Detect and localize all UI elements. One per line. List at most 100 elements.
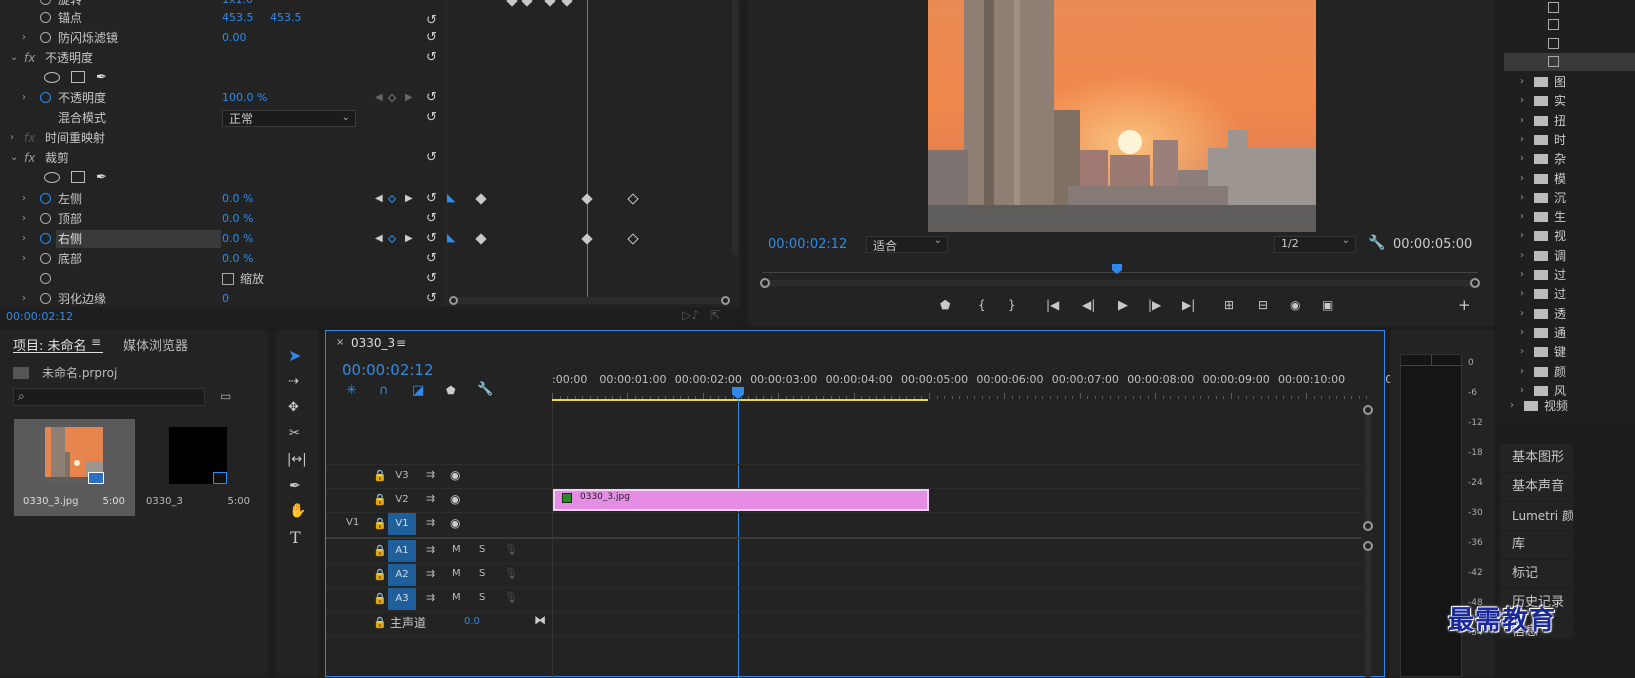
chevron-right-icon[interactable]: ›	[1520, 342, 1524, 362]
folder-item[interactable]: › 生	[1502, 207, 1632, 227]
next-keyframe-icon[interactable]: ▶	[405, 189, 413, 209]
keyframe-marker[interactable]	[506, 0, 518, 7]
chevron-right-icon[interactable]: ›	[22, 88, 26, 108]
timeline-timecode[interactable]: 00:00:02:12	[342, 361, 434, 379]
chevron-right-icon[interactable]: ›	[22, 189, 26, 209]
reset-icon[interactable]: ↺	[426, 108, 437, 128]
hand-tool-icon[interactable]: ✋	[289, 503, 306, 519]
source-patch[interactable]: V1	[346, 517, 359, 528]
chevron-right-icon[interactable]: ›	[10, 128, 14, 148]
stopwatch-icon[interactable]	[40, 293, 51, 304]
extract-icon[interactable]: ⊟	[1258, 298, 1268, 312]
folder-item[interactable]: › 透	[1502, 304, 1632, 324]
folder-item[interactable]: › 调	[1502, 246, 1632, 266]
eye-icon[interactable]: ◉	[450, 468, 460, 482]
prev-keyframe-icon[interactable]: ◀	[375, 189, 383, 209]
selected-preset-row[interactable]	[1504, 53, 1635, 71]
step-back-icon[interactable]: ◀|	[1082, 298, 1095, 312]
chevron-right-icon[interactable]: ›	[22, 28, 26, 48]
chevron-down-icon[interactable]: ⌄	[10, 48, 18, 68]
monitor-zoom-bar[interactable]	[760, 278, 1480, 288]
reset-icon[interactable]: ↺	[426, 229, 437, 249]
vertical-scrollbar[interactable]	[732, 0, 738, 255]
ripple-edit-tool-icon[interactable]: ✥	[288, 400, 299, 415]
sync-lock-icon[interactable]: ⇉	[426, 567, 435, 580]
keyframe-marker[interactable]	[561, 0, 573, 7]
reset-icon[interactable]: ↺	[426, 269, 437, 289]
next-keyframe-icon[interactable]: ▶	[405, 229, 413, 249]
folder-item[interactable]: › 扭	[1502, 111, 1632, 131]
reset-icon[interactable]: ↺	[426, 189, 437, 209]
property-value[interactable]: 0.0 %	[222, 189, 253, 209]
add-marker-icon[interactable]: ⬟	[446, 384, 456, 397]
work-area-bar[interactable]	[552, 399, 928, 401]
sync-lock-icon[interactable]: ⇉	[426, 468, 435, 481]
panel-link-library[interactable]: 库	[1500, 531, 1573, 559]
panel-link-markers[interactable]: 标记	[1500, 560, 1573, 588]
lock-icon[interactable]: 🔒	[373, 568, 387, 581]
property-row-anchor[interactable]: 锚点 453.5 453.5 ↺	[0, 8, 446, 28]
keyframe-marker[interactable]	[475, 233, 487, 245]
folder-item[interactable]: › 杂	[1502, 149, 1632, 169]
keyframe-marker[interactable]	[475, 193, 487, 205]
audio-track-scrollbar[interactable]	[1363, 541, 1373, 678]
add-keyframe-icon[interactable]	[387, 93, 397, 103]
linked-selection-icon[interactable]: ◪	[412, 383, 424, 398]
chevron-right-icon[interactable]: ›	[1520, 265, 1524, 285]
zoom-handle-right[interactable]	[721, 296, 730, 305]
solo-button[interactable]: S	[479, 592, 485, 603]
mute-button[interactable]: M	[452, 544, 461, 555]
lift-icon[interactable]: ⊞	[1224, 298, 1234, 312]
chevron-right-icon[interactable]: ›	[22, 229, 26, 249]
filter-icon[interactable]: ▷♪	[682, 308, 699, 322]
zoom-handle-left[interactable]	[449, 296, 458, 305]
mute-button[interactable]: M	[452, 592, 461, 603]
stopwatch-icon[interactable]	[40, 32, 51, 43]
reset-icon[interactable]: ↺	[426, 209, 437, 229]
keyframe-playhead[interactable]	[587, 0, 588, 300]
add-marker-icon[interactable]: ⬟	[940, 298, 950, 312]
folder-item[interactable]: › 过	[1502, 284, 1632, 304]
chevron-right-icon[interactable]: ›	[1520, 207, 1524, 227]
close-tab-icon[interactable]: ×	[336, 337, 344, 348]
property-row-blend-mode[interactable]: 混合模式 正常 ⌄ ↺	[0, 108, 446, 128]
add-keyframe-icon[interactable]	[387, 194, 397, 204]
ellipse-mask-icon[interactable]	[44, 172, 60, 183]
folder-item-video[interactable]: › 视频	[1502, 396, 1632, 416]
razor-tool-icon[interactable]: ✂	[289, 426, 300, 441]
type-tool-icon[interactable]: T	[290, 528, 301, 547]
reset-icon[interactable]: ↺	[426, 249, 437, 269]
chevron-right-icon[interactable]: ›	[1520, 226, 1524, 246]
export-icon[interactable]: ⇱	[710, 308, 720, 322]
chevron-right-icon[interactable]: ›	[1520, 169, 1524, 189]
keyframe-marker[interactable]	[627, 233, 639, 245]
property-value[interactable]: 0.0 %	[222, 229, 253, 249]
folder-item[interactable]: › 实	[1502, 91, 1632, 111]
stopwatch-icon[interactable]	[40, 273, 51, 284]
rectangle-mask-icon[interactable]	[71, 71, 85, 83]
folder-item[interactable]: › 过	[1502, 265, 1632, 285]
lock-icon[interactable]: 🔒	[373, 493, 387, 506]
lock-icon[interactable]: 🔒	[373, 616, 387, 629]
eye-icon[interactable]: ◉	[450, 516, 460, 530]
pen-tool-icon[interactable]: ✒	[289, 478, 301, 494]
add-keyframe-icon[interactable]	[387, 234, 397, 244]
zoom-handle-right[interactable]	[1470, 278, 1480, 288]
property-value[interactable]: 0.0 %	[222, 249, 253, 269]
media-item-sequence[interactable]: 0330_3 5:00	[138, 419, 259, 516]
track-name[interactable]: V1	[388, 513, 416, 535]
panel-link-essential-sound[interactable]: 基本声音	[1500, 473, 1573, 501]
chevron-right-icon[interactable]: ›	[1520, 323, 1524, 343]
pen-mask-icon[interactable]: ✒	[96, 68, 107, 88]
stopwatch-icon[interactable]	[40, 233, 51, 244]
stopwatch-icon[interactable]	[40, 253, 51, 264]
property-row-opacity[interactable]: › 不透明度 100.0 % ◀ ▶ ↺	[0, 88, 446, 108]
property-value[interactable]: 0	[222, 289, 229, 309]
folder-item[interactable]: › 视	[1502, 226, 1632, 246]
track-name[interactable]: A1	[388, 540, 416, 562]
mark-out-icon[interactable]: }	[1008, 298, 1016, 312]
camera-icon[interactable]: ◉	[1290, 298, 1300, 312]
nest-icon[interactable]: ✳	[346, 383, 357, 398]
property-value[interactable]: 100.0 %	[222, 88, 267, 108]
playhead-timecode[interactable]: 00:00:02:12	[768, 237, 847, 252]
